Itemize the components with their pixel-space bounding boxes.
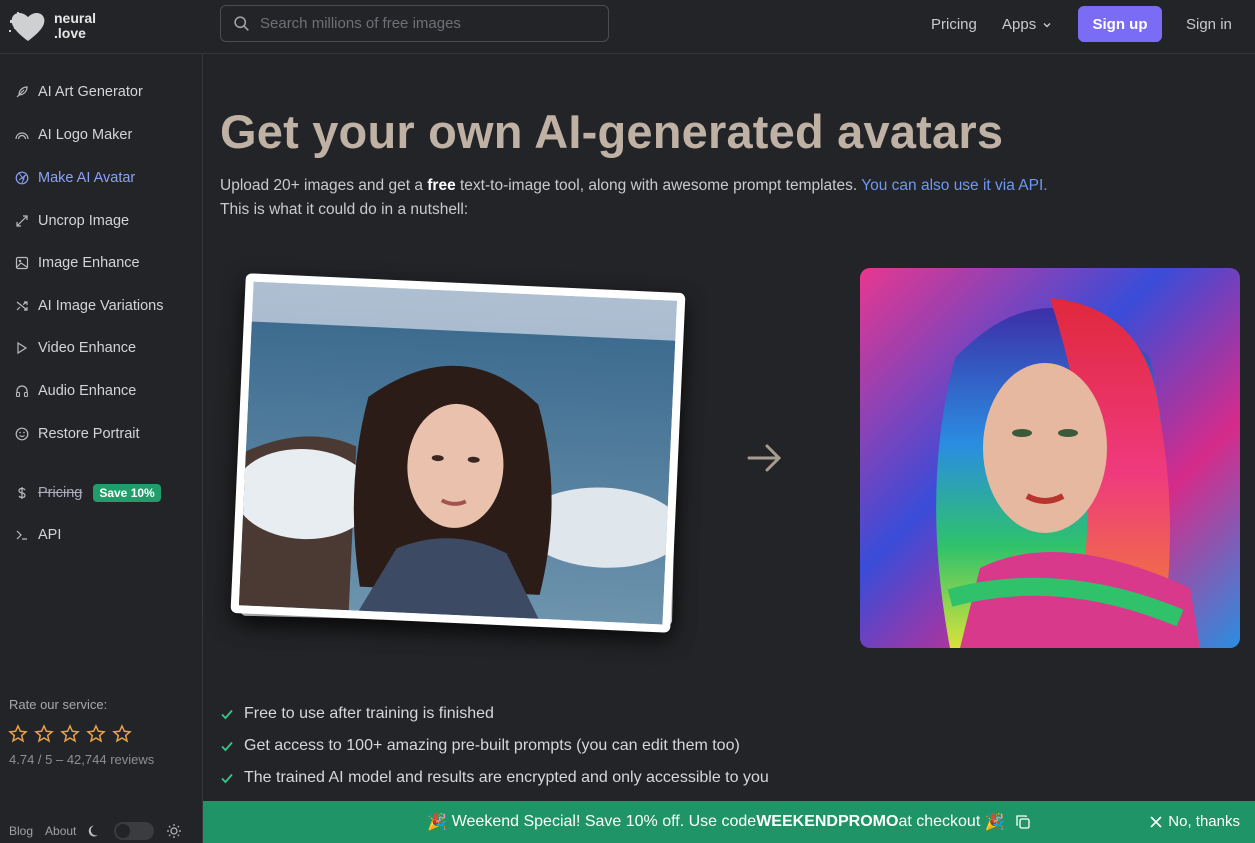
dollar-icon	[18, 487, 26, 499]
star-icon[interactable]	[8, 724, 28, 744]
rainbow-icon	[15, 132, 29, 140]
heart-logo-icon	[9, 12, 45, 41]
promo-text-before: Weekend Special! Save 10% off. Use code	[451, 813, 757, 830]
feature-item: The trained AI model and results are enc…	[220, 762, 769, 794]
aperture-icon	[15, 171, 29, 185]
sidebar-item-label: Pricing	[38, 485, 83, 501]
chevron-down-icon	[1043, 22, 1051, 27]
signup-button[interactable]: Sign up	[1078, 6, 1162, 42]
star-icon[interactable]	[34, 724, 54, 744]
sidebar-item-label: Restore Portrait	[38, 426, 140, 442]
sidebar-item-label: API	[38, 527, 62, 543]
star-icon[interactable]	[112, 724, 132, 744]
search-box[interactable]	[220, 5, 609, 42]
image-icon	[15, 256, 29, 270]
about-link[interactable]: About	[45, 824, 76, 838]
feature-list: Free to use after training is finished G…	[220, 698, 769, 794]
shuffle-icon	[16, 301, 28, 311]
intro-free: free	[427, 177, 456, 194]
nav-apps-dropdown[interactable]: Apps	[1002, 16, 1052, 33]
blog-link[interactable]: Blog	[9, 824, 33, 838]
sidebar-footer: Blog About	[9, 822, 182, 840]
rate-label: Rate our service:	[9, 697, 108, 712]
ai-avatar-result-image	[860, 268, 1240, 648]
close-icon	[1150, 815, 1162, 828]
arrow-right-icon	[747, 444, 782, 472]
party-popper-icon: 🎉	[980, 814, 1005, 831]
promo-text-after: at checkout	[898, 813, 981, 830]
search-icon	[234, 16, 249, 31]
promo-banner: 🎉 Weekend Special! Save 10% off. Use cod…	[203, 801, 1255, 843]
theme-toggle[interactable]	[114, 822, 155, 840]
intro-text: Upload 20+ images and get a free text-to…	[220, 177, 1048, 218]
feature-item: Free to use after training is finished	[220, 698, 769, 730]
headphones-icon	[15, 385, 29, 398]
dismiss-label: No, thanks	[1168, 813, 1240, 830]
sidebar-item-label: Audio Enhance	[38, 383, 137, 399]
check-icon	[221, 773, 233, 784]
sidebar-item-restore-portrait[interactable]: Restore Portrait	[15, 426, 140, 442]
sidebar-item-api[interactable]: API	[15, 527, 61, 543]
sidebar-item-label: AI Image Variations	[38, 298, 164, 314]
logo-line1: neural	[54, 10, 97, 26]
input-selfie-photo	[230, 273, 686, 633]
sidebar: AI Art Generator AI Logo Maker Make AI A…	[0, 54, 203, 843]
check-icon	[221, 741, 233, 752]
top-navbar: neural .love Pricing Apps Sign up Sign i…	[0, 0, 1255, 54]
sidebar-item-video-enhance[interactable]: Video Enhance	[15, 340, 136, 356]
input-photo-stack	[230, 273, 694, 639]
nav-pricing-link[interactable]: Pricing	[931, 16, 977, 33]
sidebar-item-ai-logo-maker[interactable]: AI Logo Maker	[15, 127, 132, 143]
smile-icon	[15, 427, 29, 441]
rating-score: 4.74 / 5 – 42,744 reviews	[9, 752, 155, 767]
dismiss-promo-button[interactable]: No, thanks	[1150, 813, 1240, 830]
intro-line2: This is what it could do in a nutshell:	[220, 201, 469, 218]
sidebar-item-image-enhance[interactable]: Image Enhance	[15, 255, 140, 271]
logo-line2: .love	[54, 25, 86, 41]
api-link[interactable]: You can also use it via API.	[861, 177, 1047, 194]
sidebar-item-label: Uncrop Image	[38, 213, 130, 229]
check-icon	[221, 709, 233, 720]
feature-item: Get access to 100+ amazing pre-built pro…	[220, 730, 769, 762]
sidebar-item-make-ai-avatar[interactable]: Make AI Avatar	[15, 170, 135, 186]
sidebar-item-label: AI Logo Maker	[38, 127, 133, 143]
star-icon[interactable]	[86, 724, 106, 744]
terminal-icon	[16, 530, 27, 540]
search-input[interactable]	[260, 15, 580, 32]
feather-icon	[16, 86, 28, 98]
logo[interactable]: neural .love	[8, 8, 96, 44]
expand-icon	[16, 215, 28, 227]
star-icon[interactable]	[60, 724, 80, 744]
rating-stars[interactable]	[8, 724, 132, 744]
promo-code: WEEKENDPROMO	[756, 813, 899, 830]
moon-icon	[89, 825, 99, 837]
sidebar-item-uncrop-image[interactable]: Uncrop Image	[15, 213, 129, 229]
sidebar-item-ai-image-variations[interactable]: AI Image Variations	[15, 298, 163, 314]
nav-apps-label: Apps	[1002, 16, 1037, 33]
sidebar-item-label: AI Art Generator	[38, 84, 143, 100]
party-popper-icon: 🎉	[427, 814, 452, 831]
sidebar-item-ai-art-generator[interactable]: AI Art Generator	[15, 84, 143, 100]
save-badge: Save 10%	[93, 484, 161, 502]
play-icon	[17, 341, 28, 355]
page-title: Get your own AI-generated avatars	[220, 105, 1004, 158]
sun-icon	[167, 824, 182, 838]
sidebar-item-label: Video Enhance	[38, 340, 137, 356]
sidebar-item-label: Image Enhance	[38, 255, 140, 271]
sidebar-item-label: Make AI Avatar	[38, 170, 136, 186]
copy-icon[interactable]	[1015, 814, 1031, 830]
signin-link[interactable]: Sign in	[1186, 16, 1232, 33]
sidebar-item-pricing[interactable]: Pricing Save 10%	[15, 484, 161, 502]
sidebar-item-audio-enhance[interactable]: Audio Enhance	[15, 383, 136, 399]
